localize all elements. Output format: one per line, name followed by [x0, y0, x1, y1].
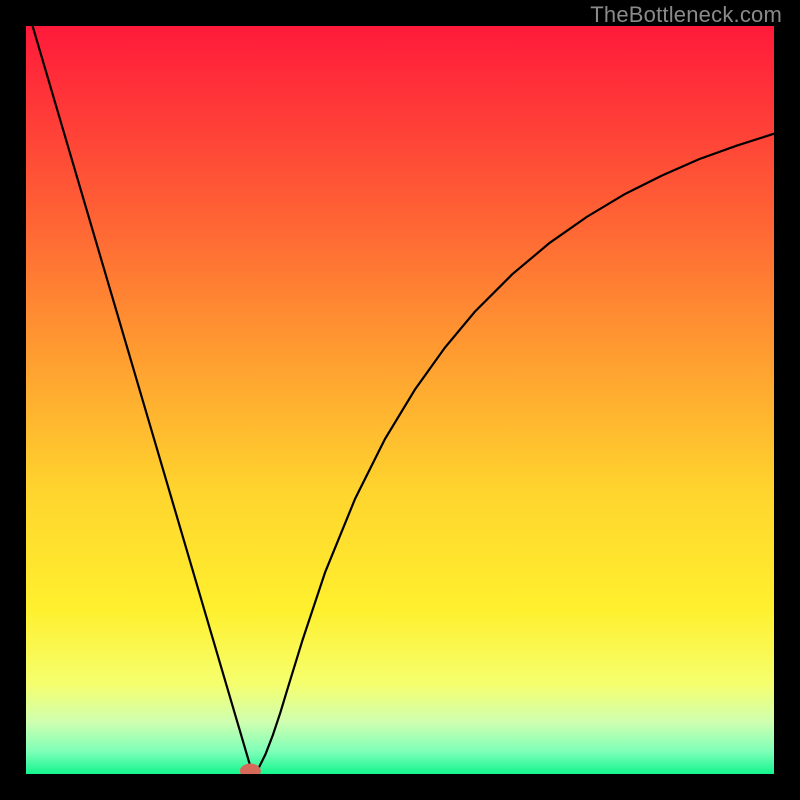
chart-container: TheBottleneck.com [0, 0, 800, 800]
plot-area [26, 26, 774, 774]
chart-svg [26, 26, 774, 774]
watermark-text: TheBottleneck.com [590, 2, 782, 28]
gradient-background [26, 26, 774, 774]
